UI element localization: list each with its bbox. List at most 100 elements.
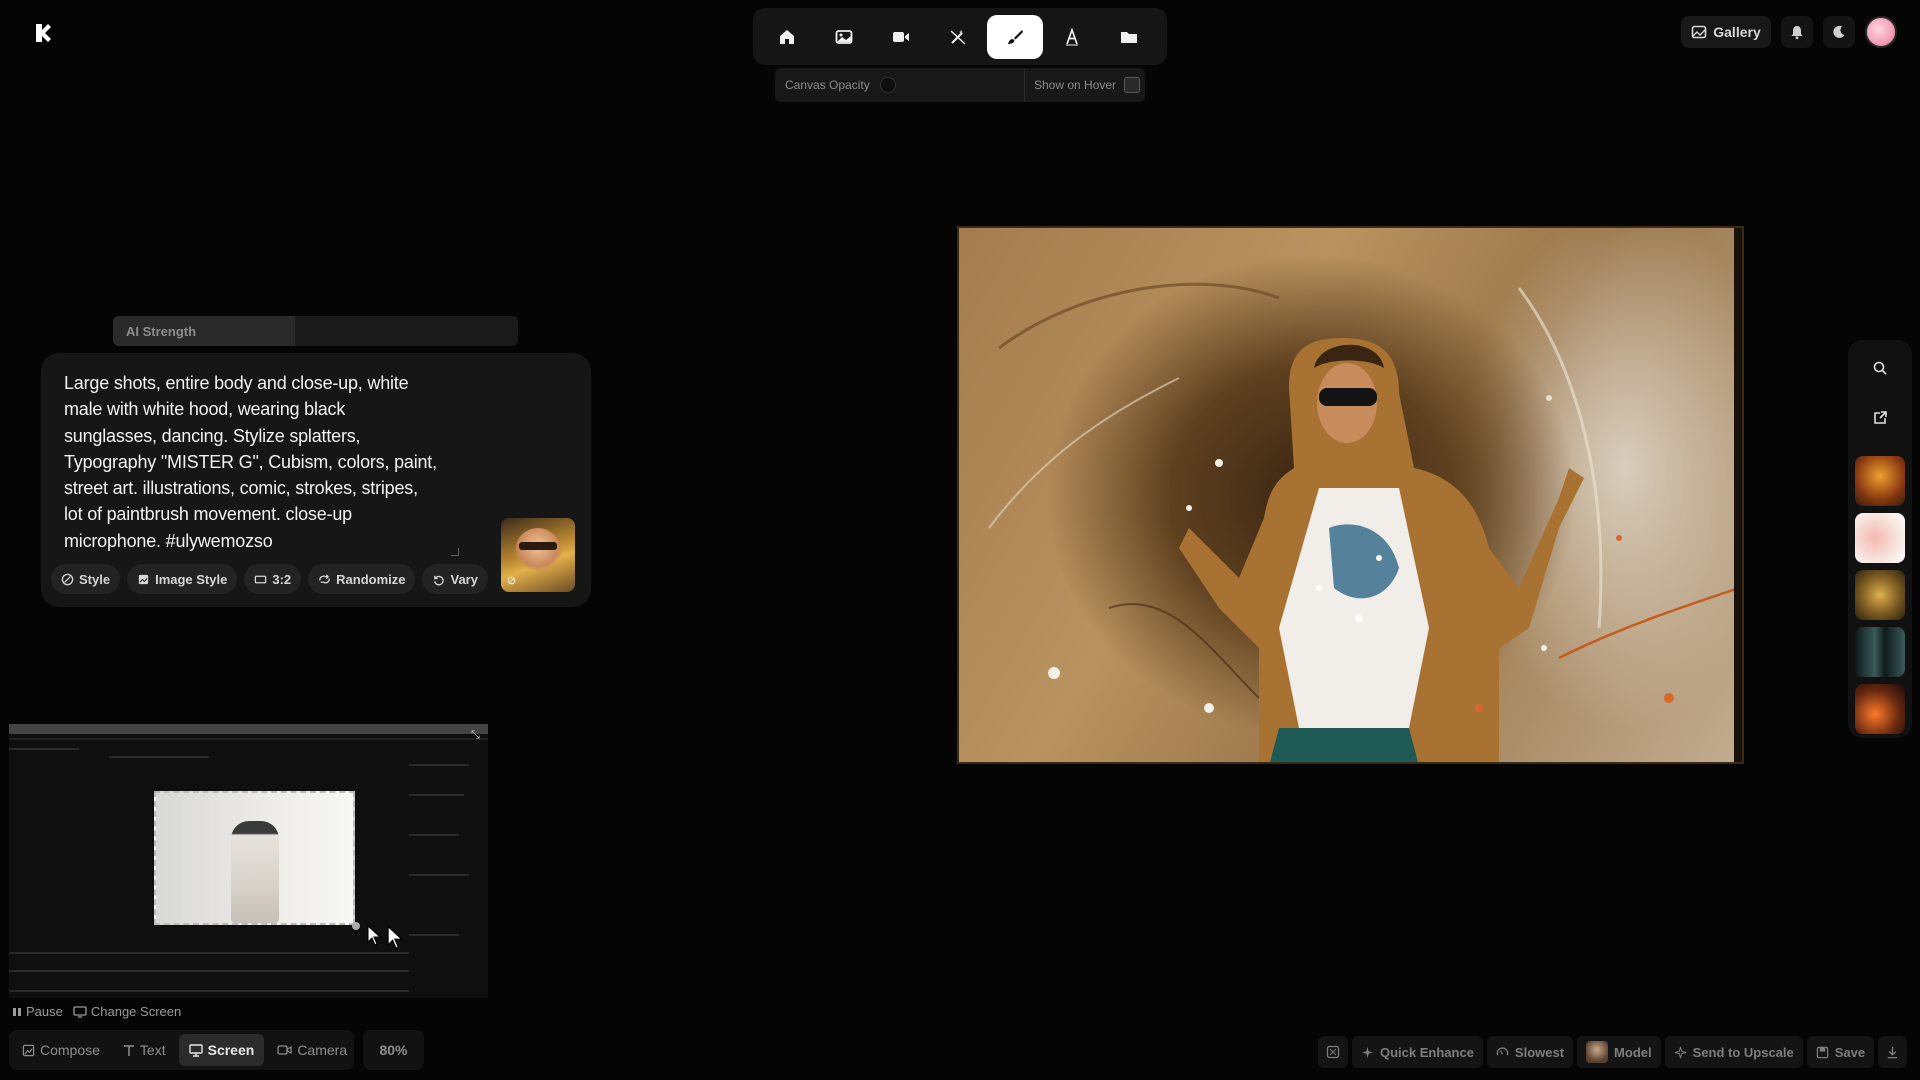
text-icon bbox=[1066, 26, 1078, 45]
reference-eyes bbox=[519, 542, 557, 550]
generated-image-canvas[interactable] bbox=[957, 226, 1744, 764]
download-button[interactable] bbox=[1878, 1036, 1908, 1068]
compose-label: Compose bbox=[40, 1042, 100, 1058]
aspect-ratio-label: 3:2 bbox=[272, 571, 292, 587]
preview-ui-line bbox=[409, 764, 469, 766]
image-style-reference-thumbnail[interactable]: ⊘ bbox=[501, 518, 575, 592]
home-tool-button[interactable] bbox=[759, 15, 815, 59]
screen-capture-controls: Pause Change Screen bbox=[12, 1004, 181, 1019]
folder-tool-button[interactable] bbox=[1101, 15, 1157, 59]
vary-label: Vary bbox=[450, 571, 478, 587]
style-chip[interactable]: Style bbox=[51, 564, 121, 594]
moon-icon bbox=[1833, 25, 1845, 38]
canvas-edge bbox=[1734, 228, 1742, 762]
sparkle-icon bbox=[1361, 1046, 1374, 1058]
text-tool-button[interactable] bbox=[1044, 15, 1100, 59]
history-thumbnail[interactable] bbox=[1855, 513, 1905, 563]
screen-mode-button[interactable]: Screen bbox=[178, 1034, 265, 1066]
input-mode-bar: Compose Text Screen Camera bbox=[9, 1030, 354, 1070]
prompt-line: male with white hood, wearing black bbox=[64, 399, 346, 420]
camera-mode-button[interactable]: Camera bbox=[267, 1034, 357, 1066]
pause-label: Pause bbox=[26, 1004, 63, 1019]
textarea-resize-handle[interactable] bbox=[451, 548, 459, 556]
home-icon bbox=[780, 29, 794, 44]
mode-toolbar bbox=[753, 8, 1167, 65]
expand-icon[interactable]: ⤡ bbox=[471, 729, 483, 741]
randomize-icon bbox=[319, 573, 330, 583]
monitor-icon bbox=[73, 1005, 87, 1018]
history-thumbnail[interactable] bbox=[1855, 456, 1905, 506]
show-on-hover-label: Show on Hover bbox=[1034, 78, 1117, 92]
history-thumbnail[interactable] bbox=[1855, 684, 1905, 734]
prompt-line: microphone. #ulywemozso bbox=[64, 530, 273, 551]
show-on-hover-checkbox[interactable] bbox=[1124, 77, 1141, 93]
compare-button[interactable] bbox=[1318, 1036, 1348, 1068]
magic-wand-icon bbox=[950, 29, 966, 45]
prompt-line: street art. illustrations, comic, stroke… bbox=[64, 478, 418, 499]
save-button[interactable]: Save bbox=[1806, 1036, 1875, 1068]
preview-ui-line bbox=[9, 990, 409, 992]
history-sidebar bbox=[1848, 340, 1912, 738]
quick-enhance-button[interactable]: Quick Enhance bbox=[1352, 1036, 1483, 1068]
model-button[interactable]: Model bbox=[1577, 1036, 1661, 1068]
history-thumbnail[interactable] bbox=[1855, 570, 1905, 620]
prompt-line: lot of paintbrush movement. close-up bbox=[64, 504, 352, 525]
search-icon bbox=[1873, 361, 1887, 375]
image-tool-button[interactable] bbox=[816, 15, 872, 59]
style-icon bbox=[61, 573, 74, 585]
model-label: Model bbox=[1614, 1044, 1652, 1060]
ai-strength-label: AI Strength bbox=[126, 323, 197, 339]
preview-ui-line bbox=[409, 934, 459, 936]
notifications-button[interactable] bbox=[1781, 16, 1813, 48]
screen-capture-preview[interactable] bbox=[9, 724, 488, 998]
app-logo-icon[interactable] bbox=[30, 20, 56, 46]
image-style-icon bbox=[138, 574, 149, 584]
image-style-chip[interactable]: Image Style bbox=[127, 564, 238, 594]
compose-mode-button[interactable]: Compose bbox=[12, 1034, 110, 1066]
theme-toggle-button[interactable] bbox=[1823, 16, 1855, 48]
preview-ui-line bbox=[9, 952, 409, 954]
screen-icon bbox=[188, 1043, 203, 1057]
prompt-textarea[interactable]: Large shots, entire body and close-up, w… bbox=[64, 370, 464, 554]
compose-icon bbox=[22, 1044, 35, 1056]
screen-label: Screen bbox=[207, 1042, 255, 1058]
speed-gauge-icon bbox=[1496, 1046, 1509, 1056]
share-button[interactable] bbox=[1866, 404, 1894, 432]
save-icon bbox=[1816, 1046, 1828, 1058]
send-to-upscale-label: Send to Upscale bbox=[1692, 1044, 1794, 1060]
vary-chip[interactable]: Vary bbox=[422, 564, 488, 594]
brush-tool-button[interactable] bbox=[987, 14, 1043, 59]
speed-button[interactable]: Slowest bbox=[1486, 1036, 1574, 1068]
randomize-chip[interactable]: Randomize bbox=[308, 564, 416, 594]
video-tool-button[interactable] bbox=[873, 15, 929, 59]
aspect-ratio-chip[interactable]: 3:2 bbox=[244, 564, 302, 594]
magic-wand-tool-button[interactable] bbox=[930, 15, 986, 59]
history-thumbnail[interactable] bbox=[1855, 627, 1905, 677]
prompt-line: sunglasses, dancing. Stylize splatters, bbox=[64, 425, 361, 446]
zoom-level[interactable]: 80% bbox=[363, 1030, 424, 1070]
pause-icon bbox=[13, 1007, 21, 1016]
prompt-line: Large shots, entire body and close-up, w… bbox=[64, 373, 409, 393]
show-on-hover-toggle[interactable]: Show on Hover bbox=[1025, 77, 1145, 93]
pause-button[interactable]: Pause bbox=[12, 1004, 63, 1019]
brush-icon bbox=[1008, 29, 1023, 44]
camera-label: Camera bbox=[297, 1042, 348, 1058]
canvas-opacity-slider[interactable]: Canvas Opacity bbox=[775, 68, 1025, 102]
search-history-button[interactable] bbox=[1866, 354, 1894, 382]
change-screen-button[interactable]: Change Screen bbox=[73, 1004, 181, 1019]
gallery-button[interactable]: Gallery bbox=[1681, 16, 1771, 48]
canvas-options-bar: Canvas Opacity Show on Hover bbox=[775, 68, 1145, 102]
image-icon bbox=[835, 29, 853, 44]
user-avatar[interactable] bbox=[1865, 16, 1897, 48]
preview-resize-handle[interactable] bbox=[352, 922, 360, 930]
text-mode-button[interactable]: Text bbox=[113, 1034, 176, 1066]
folder-icon bbox=[1121, 31, 1137, 43]
preview-ui-line bbox=[9, 970, 409, 972]
send-to-upscale-button[interactable]: Send to Upscale bbox=[1664, 1036, 1803, 1068]
ai-strength-slider[interactable]: AI Strength bbox=[113, 316, 518, 346]
slider-knob[interactable] bbox=[879, 77, 896, 93]
preview-photo bbox=[154, 791, 355, 925]
video-camera-icon bbox=[893, 31, 909, 42]
cursor-icon bbox=[367, 925, 382, 946]
aspect-ratio-icon bbox=[255, 575, 267, 583]
